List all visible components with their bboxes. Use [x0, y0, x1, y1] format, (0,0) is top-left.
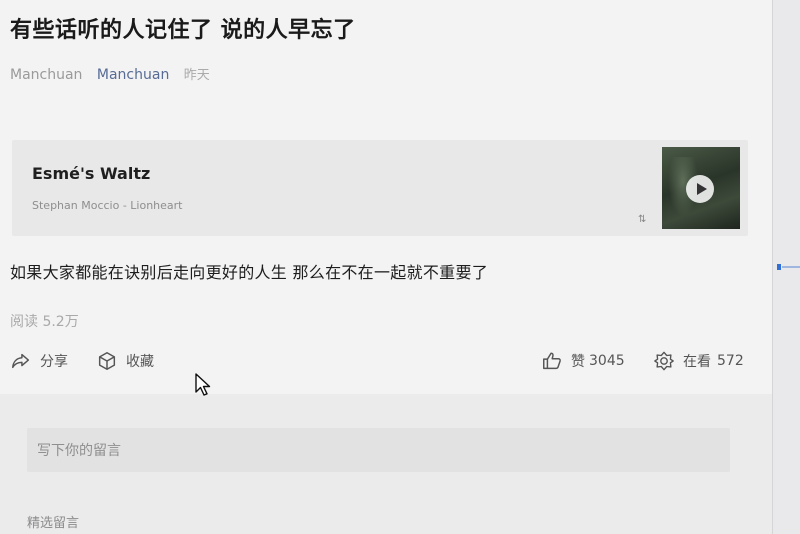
- scroll-position-marker[interactable]: [777, 264, 800, 270]
- like-count: 3045: [589, 353, 625, 369]
- watching-count: 572: [717, 353, 744, 369]
- comment-section: 写下你的留言 精选留言: [0, 394, 772, 534]
- comment-input[interactable]: 写下你的留言: [27, 428, 730, 472]
- favorite-label: 收藏: [126, 354, 154, 370]
- favorite-button[interactable]: 收藏: [96, 346, 154, 376]
- cube-icon: [98, 352, 116, 370]
- like-button[interactable]: 赞 3045: [541, 346, 625, 376]
- article-meta: Manchuan Manchuan 昨天: [10, 64, 210, 83]
- article-panel: 有些话听的人记住了 说的人早忘了 Manchuan Manchuan 昨天 Es…: [0, 0, 772, 394]
- thumbs-up-icon: [543, 352, 561, 370]
- share-label: 分享: [40, 354, 68, 370]
- watching-label: 在看: [683, 354, 711, 370]
- featured-comments-label: 精选留言: [27, 516, 80, 531]
- flower-icon: [654, 351, 674, 371]
- scrollbar[interactable]: [772, 0, 800, 534]
- article-title: 有些话听的人记住了 说的人早忘了: [10, 18, 356, 43]
- author-name: Manchuan: [10, 67, 83, 83]
- share-button[interactable]: 分享: [10, 346, 68, 376]
- action-bar: 分享 收藏 赞 3045 在看 572: [0, 346, 772, 376]
- music-card[interactable]: Esmé's Waltz Stephan Moccio - Lionheart …: [12, 140, 748, 236]
- comment-placeholder: 写下你的留言: [37, 443, 121, 459]
- read-count: 阅读 5.2万: [10, 314, 79, 330]
- music-artist: Stephan Moccio - Lionheart: [32, 199, 183, 212]
- like-label: 赞: [571, 354, 585, 370]
- share-icon: [12, 353, 30, 369]
- article-body: 如果大家都能在诀别后走向更好的人生 那么在不在一起就不重要了: [10, 263, 489, 282]
- watching-button[interactable]: 在看 572: [653, 346, 744, 376]
- music-title: Esmé's Waltz: [32, 164, 151, 183]
- publish-time: 昨天: [183, 68, 210, 83]
- album-cover: [662, 147, 740, 229]
- account-link[interactable]: Manchuan: [97, 67, 169, 83]
- play-icon[interactable]: [686, 175, 714, 203]
- expand-icon[interactable]: ⇅: [638, 214, 646, 225]
- mouse-cursor-icon: [195, 373, 211, 396]
